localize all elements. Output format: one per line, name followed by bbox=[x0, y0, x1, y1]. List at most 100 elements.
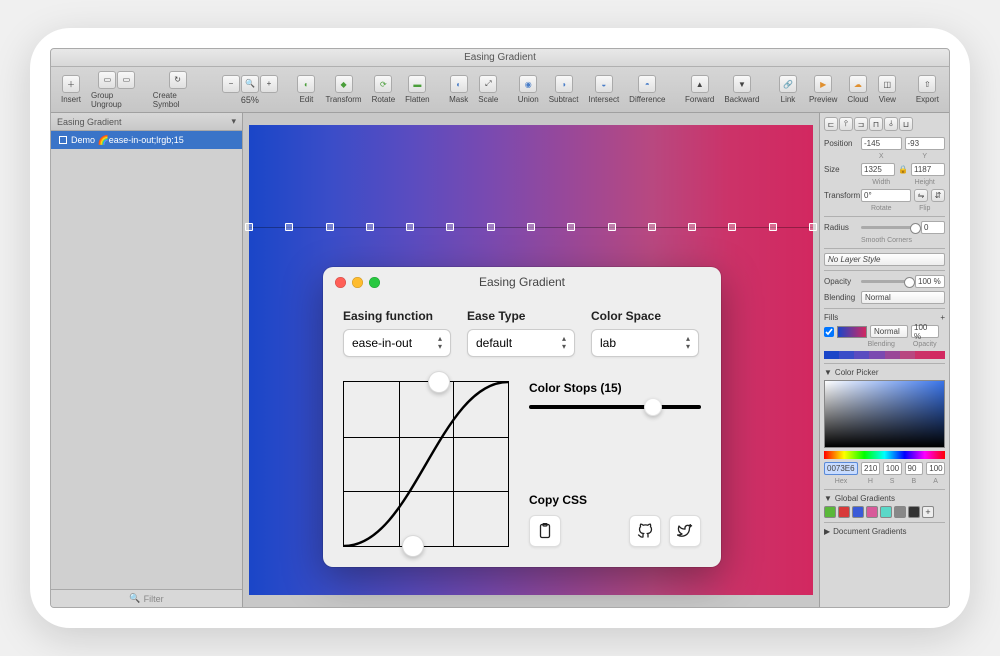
hex-input[interactable]: 0073E6 bbox=[824, 462, 858, 475]
scale-tool[interactable]: ⤢Scale bbox=[474, 73, 502, 106]
zoom-control[interactable]: −🔍+65% bbox=[218, 73, 282, 107]
b-input[interactable]: 90 bbox=[905, 462, 924, 475]
width-input[interactable]: 1325 bbox=[861, 163, 895, 176]
clipboard-icon bbox=[538, 523, 552, 539]
align-bottom-icon[interactable]: ⊔ bbox=[899, 117, 913, 131]
fill-swatch[interactable] bbox=[837, 326, 867, 338]
flip-v-icon[interactable]: ⇵ bbox=[931, 189, 945, 202]
gradient-handle[interactable] bbox=[608, 223, 616, 231]
gradient-handle[interactable] bbox=[648, 223, 656, 231]
gradient-handle[interactable] bbox=[728, 223, 736, 231]
hue-slider[interactable] bbox=[824, 451, 945, 459]
link-tool[interactable]: 🔗Link bbox=[775, 73, 801, 106]
gradient-handle[interactable] bbox=[285, 223, 293, 231]
position-y-input[interactable]: -93 bbox=[905, 137, 946, 150]
gradient-handle[interactable] bbox=[769, 223, 777, 231]
ease-type-select[interactable]: default▴▾ bbox=[467, 329, 575, 357]
preview-tool[interactable]: ▶Preview bbox=[805, 73, 841, 106]
gradient-handle[interactable] bbox=[809, 223, 817, 231]
difference-tool[interactable]: ◓Difference bbox=[625, 73, 669, 106]
insert-tool[interactable]: ＋Insert bbox=[57, 73, 85, 106]
color-stops-slider[interactable] bbox=[529, 405, 701, 409]
view-tool[interactable]: ◫View bbox=[874, 73, 900, 106]
copy-button[interactable] bbox=[529, 515, 561, 547]
gradient-handle[interactable] bbox=[446, 223, 454, 231]
disclosure-triangle-icon[interactable]: ▼ bbox=[824, 494, 832, 503]
a-input[interactable]: 100 bbox=[926, 462, 945, 475]
height-input[interactable]: 1187 bbox=[911, 163, 945, 176]
curve-handle-p2[interactable] bbox=[428, 371, 450, 393]
align-left-icon[interactable]: ⊏ bbox=[824, 117, 838, 131]
swatch[interactable] bbox=[908, 506, 920, 518]
align-center-h-icon[interactable]: ⫯ bbox=[839, 117, 853, 131]
plugin-title-bar[interactable]: Easing Gradient bbox=[323, 267, 721, 297]
align-top-icon[interactable]: ⊓ bbox=[869, 117, 883, 131]
h-input[interactable]: 210 bbox=[861, 462, 880, 475]
radius-slider[interactable] bbox=[861, 226, 918, 229]
fill-blend-dropdown[interactable]: Normal bbox=[870, 325, 908, 338]
align-right-icon[interactable]: ⊐ bbox=[854, 117, 868, 131]
curve-handle-p1[interactable] bbox=[402, 535, 424, 557]
disclosure-triangle-icon[interactable]: ▶ bbox=[824, 527, 830, 536]
layer-style-dropdown[interactable]: No Layer Style bbox=[824, 253, 945, 266]
gradient-handle[interactable] bbox=[406, 223, 414, 231]
group-tool[interactable]: ▭▭Group Ungroup bbox=[87, 69, 147, 111]
swatch[interactable] bbox=[880, 506, 892, 518]
align-center-v-icon[interactable]: ⫰ bbox=[884, 117, 898, 131]
flip-h-icon[interactable]: ⇋ bbox=[914, 189, 928, 202]
swatch[interactable] bbox=[866, 506, 878, 518]
fill-enabled-checkbox[interactable] bbox=[824, 327, 834, 337]
window-title: Easing Gradient bbox=[464, 52, 536, 63]
color-space-select[interactable]: lab▴▾ bbox=[591, 329, 699, 357]
gradient-stops-bar[interactable] bbox=[824, 351, 945, 359]
create-symbol-tool[interactable]: ↻Create Symbol bbox=[149, 69, 207, 111]
radius-input[interactable]: 0 bbox=[921, 221, 945, 234]
gradient-handle[interactable] bbox=[366, 223, 374, 231]
device-frame: Easing Gradient ＋Insert ▭▭Group Ungroup … bbox=[30, 28, 970, 628]
add-fill-icon[interactable]: + bbox=[940, 313, 945, 322]
layer-filter-input[interactable]: 🔍 Filter bbox=[51, 589, 242, 607]
position-x-input[interactable]: -145 bbox=[861, 137, 902, 150]
backward-tool[interactable]: ▼Backward bbox=[720, 73, 763, 106]
gradient-handle[interactable] bbox=[688, 223, 696, 231]
s-input[interactable]: 100 bbox=[883, 462, 902, 475]
swatch[interactable] bbox=[894, 506, 906, 518]
plugin-title: Easing Gradient bbox=[323, 275, 721, 289]
export-tool[interactable]: ⇧Export bbox=[912, 73, 943, 106]
gradient-handle[interactable] bbox=[326, 223, 334, 231]
gradient-handle[interactable] bbox=[567, 223, 575, 231]
easing-curve-editor[interactable] bbox=[343, 381, 509, 547]
slider-thumb[interactable] bbox=[644, 398, 662, 416]
gradient-handle[interactable] bbox=[527, 223, 535, 231]
edit-tool[interactable]: ◐Edit bbox=[293, 73, 319, 106]
transform-tool[interactable]: ◆Transform bbox=[321, 73, 365, 106]
rotate-input[interactable]: 0° bbox=[861, 189, 911, 202]
lock-icon[interactable]: 🔒 bbox=[898, 165, 908, 174]
disclosure-triangle-icon[interactable]: ▼ bbox=[824, 368, 832, 377]
subtract-tool[interactable]: ◑Subtract bbox=[545, 73, 583, 106]
add-swatch-button[interactable]: + bbox=[922, 506, 934, 518]
intersect-tool[interactable]: ◒Intersect bbox=[584, 73, 623, 106]
blending-dropdown[interactable]: Normal bbox=[861, 291, 945, 304]
rotate-tool[interactable]: ⟳Rotate bbox=[368, 73, 400, 106]
page-selector[interactable]: Easing Gradient▾ bbox=[51, 113, 242, 131]
flatten-tool[interactable]: ▬Flatten bbox=[401, 73, 433, 106]
easing-function-select[interactable]: ease-in-out▴▾ bbox=[343, 329, 451, 357]
fill-opacity-input[interactable]: 100 % bbox=[911, 325, 939, 338]
forward-tool[interactable]: ▲Forward bbox=[681, 73, 718, 106]
mask-tool[interactable]: ◐Mask bbox=[445, 73, 472, 106]
layer-row-selected[interactable]: Demo 🌈ease-in-out;lrgb;15 bbox=[51, 131, 242, 149]
swatch[interactable] bbox=[852, 506, 864, 518]
swatch[interactable] bbox=[838, 506, 850, 518]
opacity-slider[interactable] bbox=[861, 280, 912, 283]
gradient-handle[interactable] bbox=[245, 223, 253, 231]
cloud-tool[interactable]: ☁Cloud bbox=[843, 73, 872, 106]
color-picker-field[interactable] bbox=[824, 380, 945, 448]
github-button[interactable] bbox=[629, 515, 661, 547]
swatch[interactable] bbox=[824, 506, 836, 518]
gradient-handle[interactable] bbox=[487, 223, 495, 231]
union-tool[interactable]: ◉Union bbox=[514, 73, 543, 106]
twitter-button[interactable] bbox=[669, 515, 701, 547]
opacity-input[interactable]: 100 % bbox=[915, 275, 945, 288]
layer-name: Demo 🌈ease-in-out;lrgb;15 bbox=[71, 135, 184, 146]
